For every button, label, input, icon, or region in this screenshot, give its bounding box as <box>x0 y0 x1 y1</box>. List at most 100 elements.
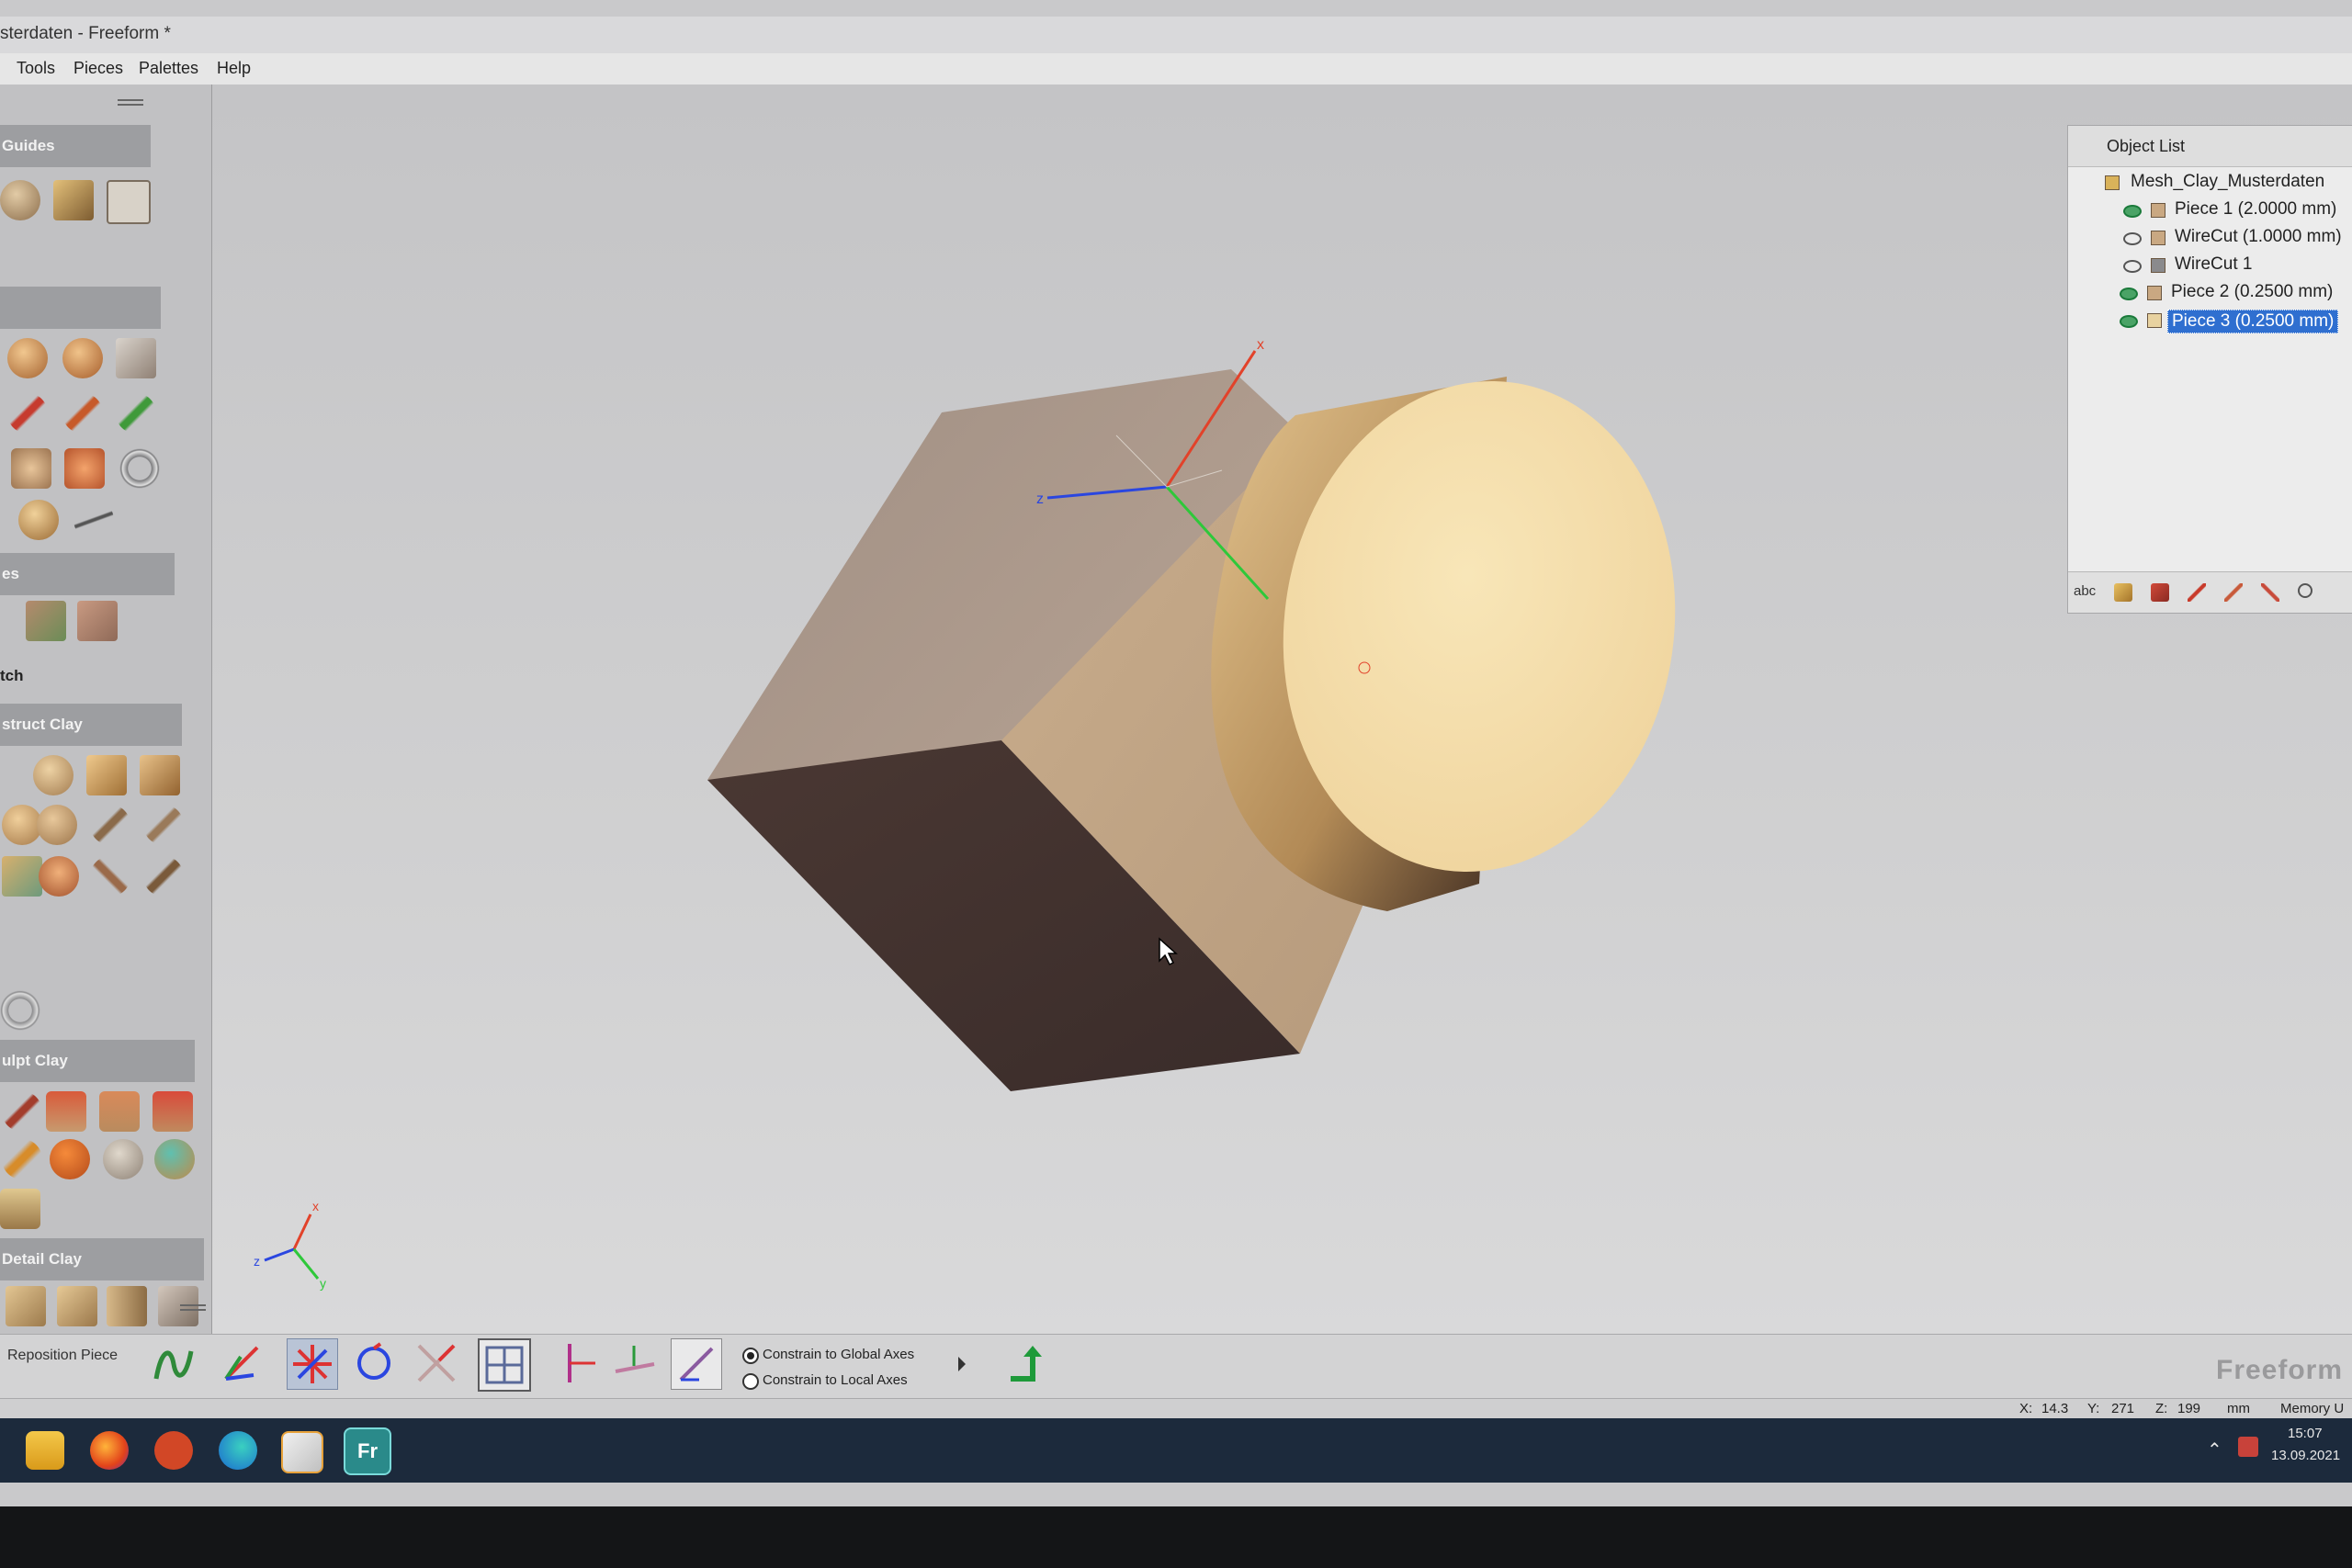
construct-box-icon[interactable] <box>140 755 180 795</box>
object-list-item[interactable]: Piece 1 (2.0000 mm) <box>2068 197 2352 223</box>
text-guide-icon[interactable] <box>53 180 94 220</box>
block-clay-icon[interactable] <box>64 448 105 489</box>
construct-ring-icon[interactable] <box>0 990 40 1031</box>
clay-blob-icon[interactable] <box>7 338 48 378</box>
rotate-icon[interactable] <box>349 1338 399 1388</box>
powerpoint-icon[interactable] <box>154 1431 193 1470</box>
detail-wrap-icon[interactable] <box>57 1286 97 1326</box>
palette-grip-bottom[interactable] <box>180 1304 206 1311</box>
move-axis-icon[interactable] <box>217 1338 266 1388</box>
construct-blob-icon[interactable] <box>33 755 74 795</box>
constrain-local-radio[interactable] <box>742 1373 759 1390</box>
patch-tool-icon[interactable] <box>26 601 66 641</box>
construct-pipe-icon[interactable] <box>143 805 184 845</box>
curve-orange-icon[interactable] <box>62 393 103 434</box>
merge-piece-icon[interactable] <box>2224 583 2243 602</box>
object-list-item[interactable]: Piece 2 (0.2500 mm) <box>2068 280 2352 306</box>
sculpt-raise-icon[interactable] <box>99 1091 140 1132</box>
mirror-z-icon[interactable] <box>671 1338 722 1390</box>
delete-piece-icon[interactable] <box>2151 583 2169 602</box>
palette-section-construct[interactable]: struct Clay <box>0 704 182 746</box>
construct-mesh-icon[interactable] <box>2 856 42 897</box>
wirecut-icon <box>2151 258 2165 273</box>
gizmo-z-label: z <box>1036 491 1044 507</box>
constrain-global-radio[interactable] <box>742 1348 759 1364</box>
curve-red-icon[interactable] <box>7 393 48 434</box>
file-explorer-icon[interactable] <box>26 1431 64 1470</box>
sculpt-smudge-icon[interactable] <box>46 1091 86 1132</box>
freeform-icon[interactable]: Fr <box>344 1427 391 1475</box>
search-icon[interactable] <box>2298 583 2312 598</box>
object-list-item[interactable]: WireCut (1.0000 mm) <box>2068 225 2352 251</box>
plane-tool-icon[interactable] <box>116 338 156 378</box>
spline-tool-icon[interactable] <box>149 1338 198 1388</box>
visibility-eye-icon[interactable] <box>2123 205 2142 218</box>
mirror-x-icon[interactable] <box>555 1338 605 1388</box>
clay-shape-icon[interactable] <box>62 338 103 378</box>
grid-view-icon[interactable] <box>478 1338 531 1392</box>
rename-button[interactable]: abc <box>2074 583 2096 599</box>
construct-extrude-icon[interactable] <box>86 755 127 795</box>
move-piece-icon[interactable] <box>2261 583 2279 602</box>
palette-grip-top[interactable] <box>118 99 143 106</box>
sculpt-carve-icon[interactable] <box>2 1091 42 1132</box>
palette-section-guides[interactable]: Guides <box>0 125 151 167</box>
visibility-eye-icon[interactable] <box>2120 315 2138 328</box>
menu-pieces[interactable]: Pieces <box>74 59 123 78</box>
free-move-icon[interactable] <box>287 1338 338 1390</box>
visibility-eye-icon[interactable] <box>2123 232 2142 245</box>
palette-section-detail[interactable]: Detail Clay <box>0 1238 204 1280</box>
apply-arrow-icon[interactable] <box>1001 1338 1051 1388</box>
image-guide-icon[interactable] <box>107 180 151 224</box>
detail-emboss-icon[interactable] <box>6 1286 46 1326</box>
sculpt-paint-icon[interactable] <box>50 1139 90 1179</box>
construct-tube-icon[interactable] <box>90 856 130 897</box>
palette-section-truncated[interactable]: es <box>0 553 175 595</box>
x-coord-label: X: <box>2019 1401 2033 1416</box>
viewport-scene[interactable]: x z x z y <box>156 85 2352 1334</box>
object-list-root[interactable]: Mesh_Clay_Musterdaten <box>2068 170 2352 196</box>
object-list-item-selected[interactable]: Piece 3 (0.2500 mm) <box>2068 308 2352 333</box>
sculpt-tug-icon[interactable] <box>153 1091 193 1132</box>
clock-date[interactable]: 13.09.2021 <box>2271 1448 2340 1463</box>
construct-loft-icon[interactable] <box>37 805 77 845</box>
box-clay-icon[interactable] <box>11 448 51 489</box>
tray-app-icon[interactable] <box>2238 1437 2258 1457</box>
menu-tools[interactable]: Tools <box>17 59 55 78</box>
grid-tool-icon[interactable] <box>77 601 118 641</box>
piece-icon <box>2147 313 2162 328</box>
sculpt-select-icon[interactable] <box>0 1189 40 1229</box>
menu-palettes[interactable]: Palettes <box>139 59 198 78</box>
firefox-icon[interactable] <box>90 1431 129 1470</box>
guide-tool-icon[interactable] <box>0 180 40 220</box>
media-player-icon[interactable] <box>281 1431 323 1473</box>
leaf-clay-icon[interactable] <box>18 500 59 540</box>
new-piece-icon[interactable] <box>2114 583 2132 602</box>
detail-crease-icon[interactable] <box>107 1286 147 1326</box>
sculpt-attract-icon[interactable] <box>154 1139 195 1179</box>
clock-time[interactable]: 15:07 <box>2288 1426 2323 1441</box>
z-coord-value: 199 <box>2177 1401 2201 1416</box>
palette-section-blank[interactable] <box>0 287 161 329</box>
visibility-eye-icon[interactable] <box>2120 288 2138 300</box>
scale-icon[interactable] <box>412 1338 461 1388</box>
ring-tool-icon[interactable] <box>119 448 160 489</box>
split-piece-icon[interactable] <box>2188 583 2206 602</box>
wave-curve-icon[interactable] <box>74 500 114 540</box>
construct-face-icon[interactable] <box>39 856 79 897</box>
expand-arrow-icon[interactable] <box>954 1351 970 1377</box>
edge-icon[interactable] <box>219 1431 257 1470</box>
menu-help[interactable]: Help <box>217 59 251 78</box>
tray-chevron-icon[interactable]: ⌃ <box>2207 1438 2222 1461</box>
sculpt-smooth-icon[interactable] <box>2 1139 42 1179</box>
object-list-header[interactable]: Object List <box>2068 126 2352 167</box>
curve-green-icon[interactable] <box>116 393 156 434</box>
construct-sweep-icon[interactable] <box>90 805 130 845</box>
object-list-item[interactable]: WireCut 1 <box>2068 253 2352 278</box>
sculpt-emboss-icon[interactable] <box>103 1139 143 1179</box>
visibility-eye-icon[interactable] <box>2123 260 2142 273</box>
construct-spine-icon[interactable] <box>143 856 184 897</box>
mirror-y-icon[interactable] <box>610 1338 660 1388</box>
palette-section-sculpt[interactable]: ulpt Clay <box>0 1040 195 1082</box>
3d-viewport[interactable]: x z x z y <box>156 85 2352 1334</box>
